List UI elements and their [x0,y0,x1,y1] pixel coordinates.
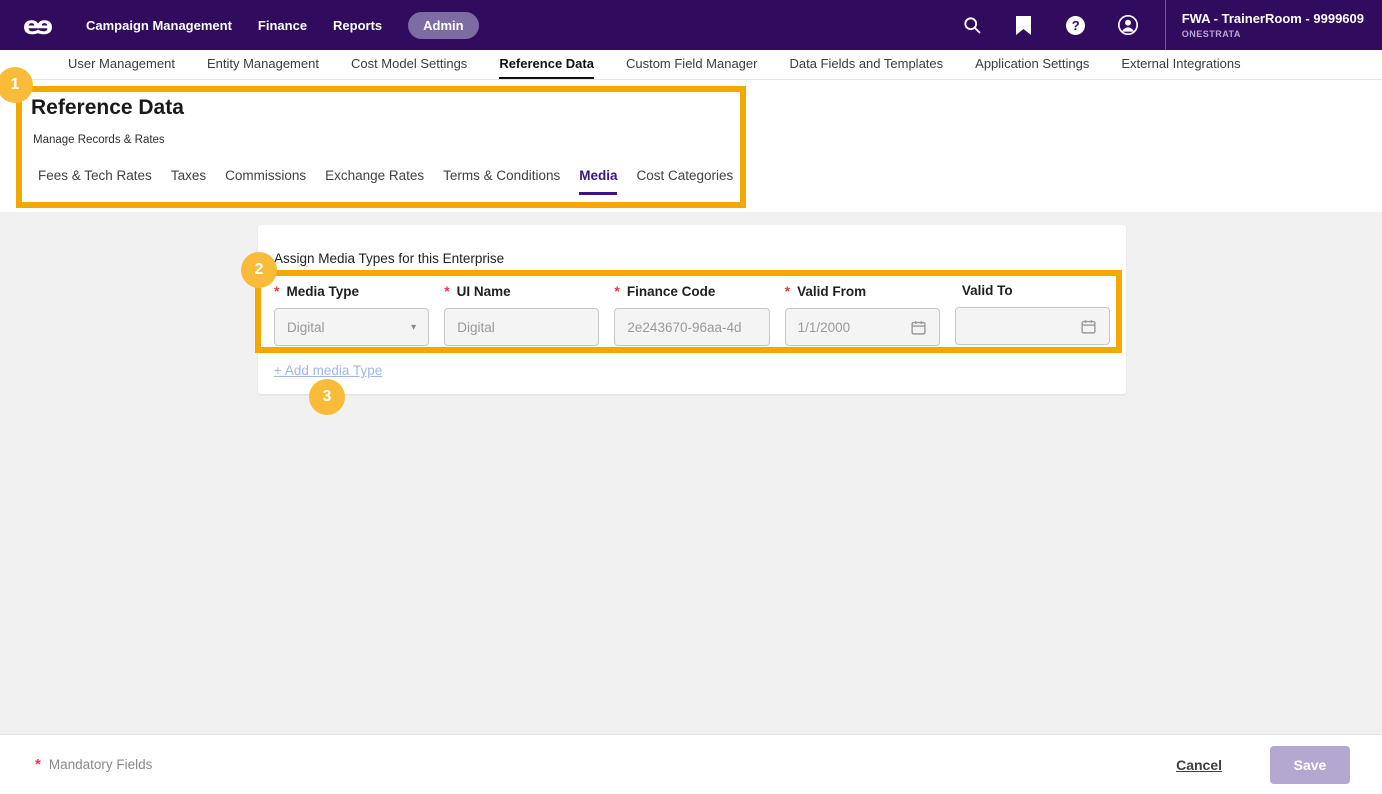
mandatory-fields-note: * Mandatory Fields [35,756,152,773]
ui-name-label: UI Name [457,284,511,299]
profile-icon[interactable] [1117,14,1139,36]
admin-nav-user-management[interactable]: User Management [68,50,175,79]
page-header: Reference Data Manage Records & Rates Fe… [0,80,1382,212]
field-finance-code: * Finance Code 2e243670-96aa-4d [614,283,769,346]
field-valid-to: Valid To [955,283,1110,346]
annotation-step-2: 2 [241,252,277,288]
required-asterisk: * [35,756,41,773]
tab-taxes[interactable]: Taxes [171,168,206,195]
cancel-button[interactable]: Cancel [1176,757,1222,773]
nav-admin[interactable]: Admin [408,12,478,39]
calendar-icon[interactable] [910,319,927,336]
page-subtitle: Manage Records & Rates [33,134,1382,146]
nav-reports[interactable]: Reports [333,18,382,33]
field-valid-from: * Valid From 1/1/2000 [785,283,940,346]
nav-finance[interactable]: Finance [258,18,307,33]
content-area: Assign Media Types for this Enterprise *… [0,212,1382,734]
media-type-row: * Media Type Digital ▾ * UI Name Digital [274,283,1110,346]
required-asterisk: * [274,283,279,299]
tab-commissions[interactable]: Commissions [225,168,306,195]
card-heading: Assign Media Types for this Enterprise [274,251,1110,266]
required-asterisk: * [785,283,790,299]
search-icon[interactable] [961,14,983,36]
topbar-icons: ? [961,14,1139,36]
account-name: FWA - TrainerRoom - 9999609 [1182,11,1364,26]
logo-glyph-right: e [38,13,53,38]
chevron-down-icon: ▾ [411,322,416,333]
topbar: ee Campaign Management Finance Reports A… [0,0,1382,50]
footer-actions: Cancel Save [1176,746,1350,784]
tab-terms-conditions[interactable]: Terms & Conditions [443,168,560,195]
ui-name-input[interactable]: Digital [444,308,599,346]
help-icon[interactable]: ? [1065,14,1087,36]
admin-nav-application-settings[interactable]: Application Settings [975,50,1089,79]
mediaocean-logo-icon[interactable]: ee [14,13,62,38]
add-media-type-link[interactable]: + Add media Type [274,363,382,378]
account-product: ONESTRATA [1182,29,1364,39]
annotation-step-3: 3 [309,379,345,415]
save-button[interactable]: Save [1270,746,1350,784]
admin-nav: User Management Entity Management Cost M… [0,50,1382,80]
media-types-card: Assign Media Types for this Enterprise *… [258,225,1126,394]
reference-data-tabs: Fees & Tech Rates Taxes Commissions Exch… [38,168,1382,195]
tab-media[interactable]: Media [579,168,617,195]
topbar-right: ? FWA - TrainerRoom - 9999609 ONESTRATA [961,0,1382,50]
app-window: ee Campaign Management Finance Reports A… [0,0,1382,794]
page-title: Reference Data [31,96,1382,120]
media-type-label: Media Type [286,284,359,299]
tab-cost-categories[interactable]: Cost Categories [636,168,733,195]
valid-to-label: Valid To [962,283,1013,298]
help-glyph: ? [1066,16,1085,35]
top-nav: Campaign Management Finance Reports Admi… [86,12,479,39]
required-asterisk: * [614,283,619,299]
bookmark-icon[interactable] [1013,14,1035,36]
valid-from-label: Valid From [797,284,866,299]
media-type-select[interactable]: Digital ▾ [274,308,429,346]
field-media-type: * Media Type Digital ▾ [274,283,429,346]
valid-from-date-input[interactable]: 1/1/2000 [785,308,940,346]
admin-nav-cost-model-settings[interactable]: Cost Model Settings [351,50,467,79]
tab-exchange-rates[interactable]: Exchange Rates [325,168,424,195]
admin-nav-custom-field-manager[interactable]: Custom Field Manager [626,50,758,79]
finance-code-input[interactable]: 2e243670-96aa-4d [614,308,769,346]
account-block[interactable]: FWA - TrainerRoom - 9999609 ONESTRATA [1166,11,1382,39]
admin-nav-data-fields-templates[interactable]: Data Fields and Templates [789,50,943,79]
tab-fees-tech-rates[interactable]: Fees & Tech Rates [38,168,152,195]
calendar-icon[interactable] [1080,318,1097,335]
footer-bar: * Mandatory Fields Cancel Save [0,734,1382,794]
admin-nav-external-integrations[interactable]: External Integrations [1121,50,1240,79]
logo-glyph-left: e [23,13,38,38]
mandatory-fields-label: Mandatory Fields [49,757,153,772]
field-ui-name: * UI Name Digital [444,283,599,346]
required-asterisk: * [444,283,449,299]
admin-nav-reference-data[interactable]: Reference Data [499,50,594,79]
valid-to-date-input[interactable] [955,307,1110,345]
nav-campaign-management[interactable]: Campaign Management [86,18,232,33]
admin-nav-entity-management[interactable]: Entity Management [207,50,319,79]
finance-code-label: Finance Code [627,284,716,299]
